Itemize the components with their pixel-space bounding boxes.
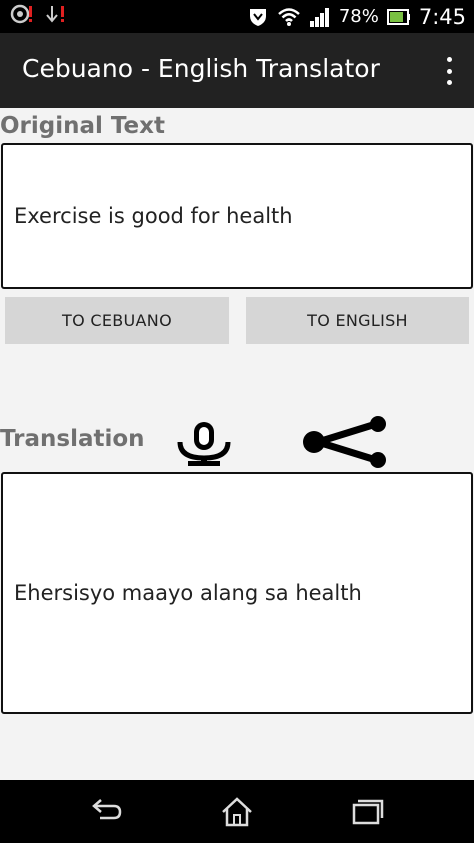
- microphone-icon[interactable]: [174, 420, 234, 466]
- shield-icon: [249, 8, 266, 26]
- overflow-menu-icon[interactable]: [442, 57, 456, 85]
- battery-percent: 78%: [338, 6, 379, 27]
- messenger-icon: [10, 4, 32, 24]
- wifi-icon: [277, 7, 300, 26]
- clock: 7:45: [418, 4, 466, 29]
- share-icon[interactable]: [300, 416, 392, 468]
- status-bar: 78% 7:45: [0, 0, 474, 33]
- original-text-label: Original Text: [0, 113, 165, 139]
- recents-icon[interactable]: [350, 796, 386, 826]
- battery-icon: [386, 8, 410, 25]
- to-cebuano-button[interactable]: TO CEBUANO: [5, 297, 229, 344]
- original-text-input[interactable]: Exercise is good for health: [1, 143, 473, 289]
- action-bar: Cebuano - English Translator: [0, 33, 474, 108]
- navigation-bar: [0, 780, 474, 843]
- signal-icon: [309, 7, 329, 27]
- translation-output[interactable]: Ehersisyo maayo alang sa health: [1, 472, 473, 714]
- translation-label: Translation: [0, 426, 145, 452]
- back-icon[interactable]: [88, 796, 124, 826]
- app-title: Cebuano - English Translator: [22, 54, 380, 83]
- download-icon: [46, 6, 64, 23]
- home-icon[interactable]: [220, 796, 254, 828]
- to-english-button[interactable]: TO ENGLISH: [246, 297, 469, 344]
